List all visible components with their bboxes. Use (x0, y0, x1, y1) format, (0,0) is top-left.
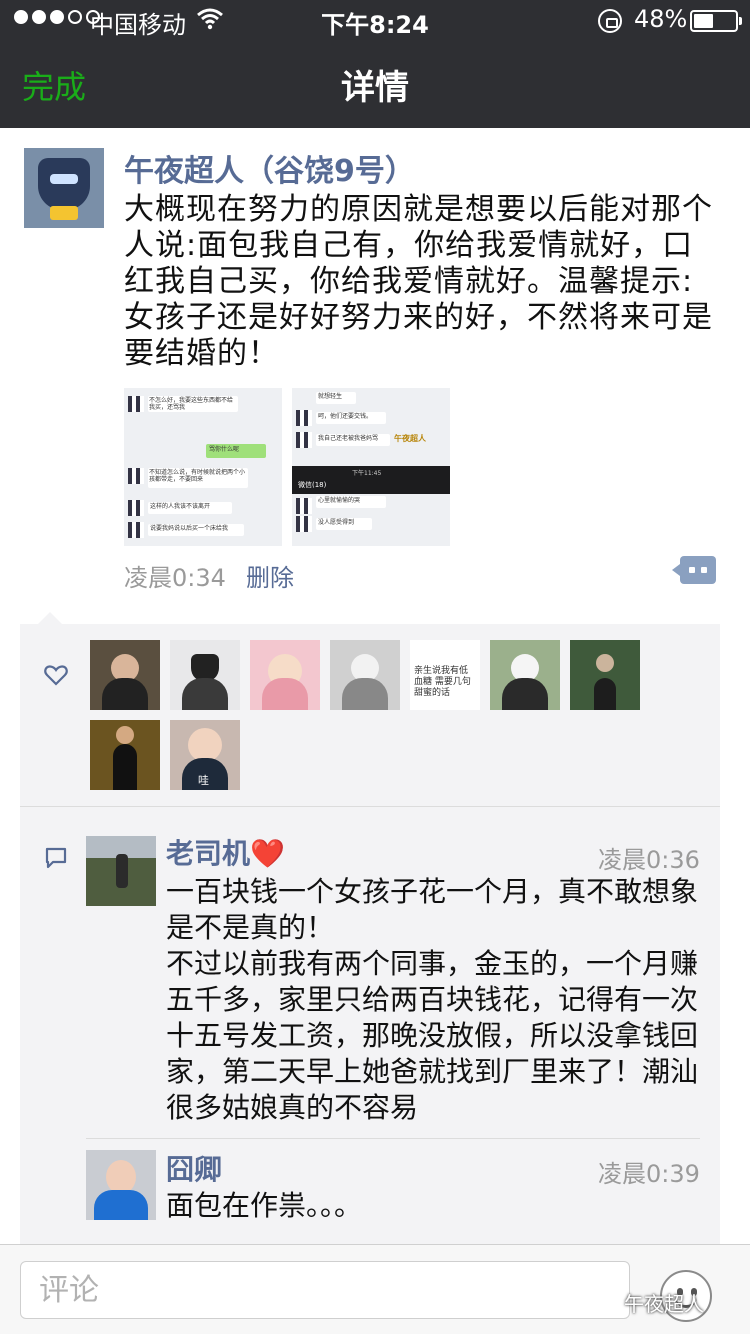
chat-header-bar: 下午11:45 微信(18) (292, 466, 450, 494)
avatar-caption: 哇 (198, 774, 209, 787)
commenter-avatar[interactable] (86, 836, 156, 906)
more-dot (701, 567, 707, 573)
liker-avatar[interactable] (570, 640, 640, 710)
avatar-caption: 亲生说我有低血糖 需要几句甜蜜的话 (414, 666, 471, 698)
chat-avatar (296, 410, 312, 426)
chat-bubble: 心里就愉愉的哭 (316, 496, 386, 508)
avatar-body (113, 744, 137, 790)
chat-avatar (296, 498, 312, 514)
avatar-face (188, 728, 222, 762)
section-divider (20, 806, 720, 807)
chat-bubble: 呵，他们还要交钱。 (316, 412, 386, 424)
commenter-name[interactable]: 老司机❤️ (166, 832, 285, 872)
chat-bubble: 骂你什么呢 (206, 444, 266, 458)
liker-avatar[interactable] (90, 640, 160, 710)
avatar-face (596, 654, 614, 672)
comment-input-container[interactable] (20, 1261, 630, 1319)
liker-avatar[interactable]: 哇 (170, 720, 240, 790)
batman-mask-graphic (38, 158, 90, 210)
avatar-body (182, 678, 228, 710)
comment-text: 一百块钱一个女孩子花一个月，真不敢想象是不是真的！ 不过以前我有两个同事，金玉的… (166, 875, 699, 1124)
chat-bubble: 这样的人我该不该离开 (148, 502, 232, 514)
comment-timestamp: 凌晨0:39 (598, 1160, 700, 1188)
avatar-body (502, 678, 548, 710)
navigation-bar: 中国移动 下午8:24 48% 完成 详情 (0, 0, 750, 128)
commenter-avatar[interactable] (86, 1150, 156, 1220)
avatar-badge (50, 206, 78, 220)
avatar-body (102, 678, 148, 710)
commenter-name[interactable]: 囧卿 (166, 1148, 222, 1188)
chat-avatar (128, 396, 144, 412)
avatar-face (106, 1160, 136, 1194)
post-image-1[interactable]: 不怎么好，我要这些东西都不给我买，还骂我 骂你什么呢 不知道怎么说，有时候就说把… (124, 388, 282, 546)
comment-icon (45, 847, 67, 869)
liker-avatar[interactable] (250, 640, 320, 710)
chat-avatar (296, 516, 312, 532)
page-title: 详情 (341, 68, 409, 108)
more-actions-button[interactable] (672, 556, 716, 584)
avatar-body (594, 678, 616, 710)
avatar-body (262, 678, 308, 710)
comment-divider (86, 1138, 700, 1139)
chat-avatar (296, 432, 312, 448)
comment-text: 面包在作祟。。。 (166, 1189, 363, 1222)
chat-avatar (128, 500, 144, 516)
chat-bubble: 不怎么好，我要这些东西都不给我买，还骂我 (148, 396, 238, 412)
watermark-text: 午夜超人 (624, 1292, 704, 1316)
avatar-figure (116, 854, 128, 888)
comment-input[interactable] (39, 1270, 619, 1310)
chat-bubble: 我自己还老被我爸妈骂 (316, 434, 390, 446)
chat-avatar (128, 522, 144, 538)
chat-status-time: 下午11:45 (352, 470, 382, 477)
post-text: 大概现在努力的原因就是想要以后能对那个人说:面包我自己有，你给我爱情就好，口红我… (124, 192, 713, 371)
liker-avatar[interactable] (330, 640, 400, 710)
liker-avatar[interactable] (90, 720, 160, 790)
liker-avatar[interactable] (170, 640, 240, 710)
post-image-2[interactable]: 就想轻生 呵，他们还要交钱。 我自己还老被我爸妈骂 午夜超人 下午11:45 微… (292, 388, 450, 546)
avatar-body (342, 678, 388, 710)
watermark-label: 午夜超人 (394, 434, 426, 443)
avatar-body (94, 1190, 148, 1220)
chat-bubble: 就想轻生 (316, 392, 356, 404)
status-bar: 中国移动 下午8:24 48% (0, 0, 750, 40)
battery-percentage: 48% (634, 5, 688, 33)
chat-bubble: 说要我妈说以后买一个床给我 (148, 524, 244, 536)
chat-avatar (128, 468, 144, 484)
chat-title: 微信(18) (298, 481, 327, 489)
box-pointer (38, 612, 62, 624)
comment-timestamp: 凌晨0:36 (598, 846, 700, 874)
chat-bubble: 不知道怎么说，有时候就说把两个小孩都带走，不要回来 (148, 468, 248, 488)
chat-bubble: 没人愿受得到 (316, 518, 372, 530)
battery-fill (694, 14, 713, 28)
liker-avatar[interactable] (490, 640, 560, 710)
avatar-face (116, 726, 134, 744)
post-timestamp: 凌晨0:34 (124, 564, 226, 592)
more-dot (689, 567, 695, 573)
battery-icon (690, 10, 742, 32)
delete-button[interactable]: 删除 (246, 558, 294, 593)
liker-avatar[interactable]: 亲生说我有低血糖 需要几句甜蜜的话 (410, 640, 480, 710)
author-name[interactable]: 午夜超人（谷饶9号） (124, 146, 415, 190)
heart-icon (44, 665, 68, 686)
rotation-lock-icon (598, 9, 622, 33)
author-avatar[interactable] (24, 148, 104, 228)
